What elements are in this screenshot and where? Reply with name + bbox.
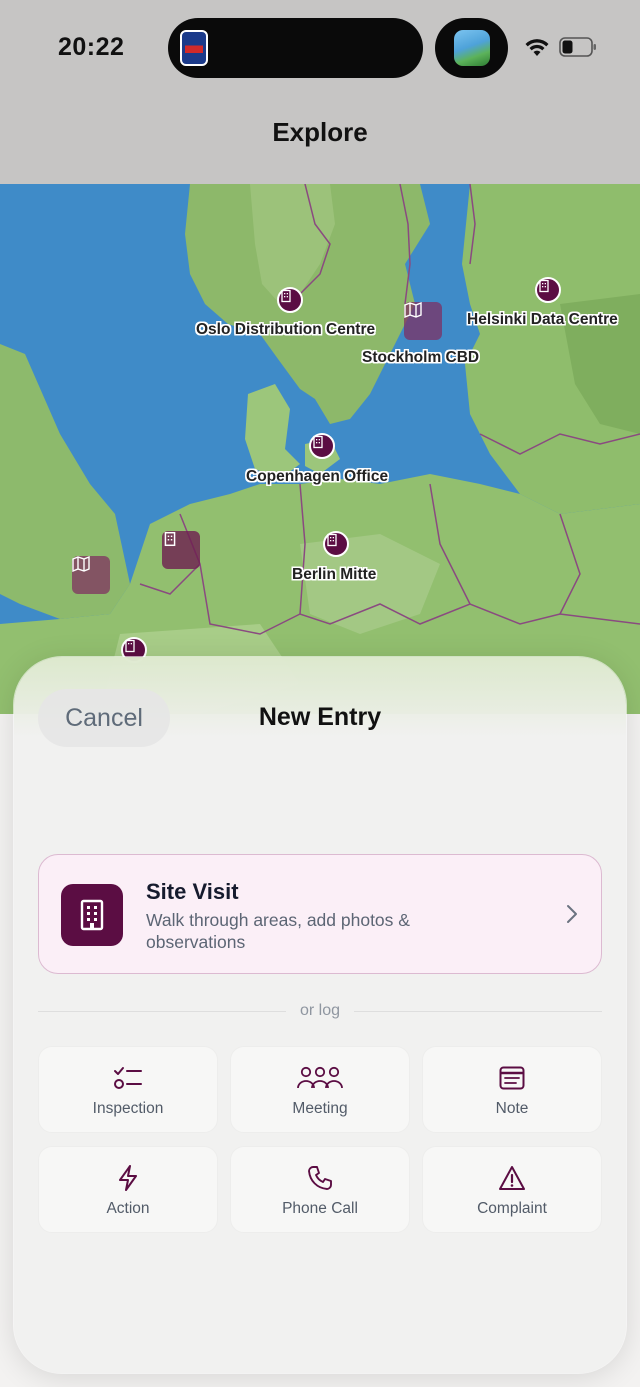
warning-icon — [499, 1166, 525, 1190]
battery-low-icon — [559, 37, 596, 57]
or-log-divider: or log — [38, 1000, 602, 1022]
building-icon — [80, 899, 104, 931]
page-title: Explore — [272, 117, 368, 147]
checklist-icon — [114, 1067, 142, 1089]
new-entry-sheet: Cancel New Entry Site Visit Walk through… — [14, 657, 626, 1373]
location-label-berlin: Berlin Mitte — [292, 566, 377, 583]
live-activity-app-icon — [180, 30, 208, 66]
log-phone-call-button[interactable]: Phone Call — [230, 1146, 410, 1233]
site-visit-title: Site Visit — [146, 879, 239, 904]
divider-line-right — [354, 1010, 602, 1012]
log-inspection-label: Inspection — [92, 1100, 164, 1117]
log-complaint-button[interactable]: Complaint — [422, 1146, 602, 1233]
divider-line-left — [38, 1010, 286, 1012]
dynamic-island — [168, 18, 423, 78]
building-icon — [164, 531, 176, 547]
sheet-title: New Entry — [258, 703, 382, 731]
site-visit-card[interactable]: Site Visit Walk through areas, add photo… — [38, 854, 602, 974]
location-pin-oslo[interactable] — [277, 287, 303, 313]
location-label-oslo: Oslo Distribution Centre — [196, 321, 376, 338]
location-label-stockholm: Stockholm CBD — [362, 349, 480, 366]
log-meeting-label: Meeting — [292, 1100, 348, 1117]
location-label-copenhagen: Copenhagen Office — [246, 468, 389, 485]
log-note-button[interactable]: Note — [422, 1046, 602, 1133]
location-pin-cluster[interactable] — [162, 531, 200, 569]
status-time: 20:22 — [58, 33, 125, 61]
location-pin-berlin[interactable] — [323, 531, 349, 557]
note-icon — [499, 1066, 525, 1090]
or-log-label: or log — [299, 1002, 341, 1019]
live-activity-app-icon-2 — [454, 30, 490, 66]
location-pin-map[interactable] — [72, 556, 110, 594]
chevron-right-icon — [567, 905, 577, 923]
map-icon — [404, 302, 422, 318]
map-icon — [72, 556, 90, 572]
site-visit-description: Walk through areas, add photos & observa… — [146, 910, 410, 952]
status-bar: 20:22 — [0, 0, 640, 96]
site-visit-icon-box — [61, 884, 123, 946]
log-note-label: Note — [495, 1100, 529, 1117]
building-icon — [313, 435, 323, 449]
location-pin-copenhagen[interactable] — [309, 433, 335, 459]
log-action-button[interactable]: Action — [38, 1146, 218, 1233]
log-complaint-label: Complaint — [477, 1200, 547, 1217]
location-pin-stockholm[interactable] — [404, 302, 442, 340]
screen: 20:22 Explore Oslo Distribution Centre S… — [0, 0, 640, 1387]
log-inspection-button[interactable]: Inspection — [38, 1046, 218, 1133]
lightning-icon — [119, 1165, 137, 1191]
building-icon — [539, 279, 549, 293]
log-meeting-button[interactable]: Meeting — [230, 1046, 410, 1133]
map-view[interactable]: Oslo Distribution Centre Stockholm CBD H… — [0, 184, 640, 714]
wifi-icon — [525, 39, 549, 56]
building-icon — [327, 533, 337, 547]
phone-icon — [308, 1166, 332, 1190]
location-label-helsinki: Helsinki Data Centre — [467, 311, 618, 328]
people-icon — [297, 1066, 343, 1089]
dynamic-island-secondary — [435, 18, 508, 78]
building-icon — [125, 639, 135, 653]
building-icon — [281, 289, 291, 303]
log-phone-call-label: Phone Call — [282, 1200, 358, 1217]
log-action-label: Action — [106, 1200, 150, 1217]
location-pin-helsinki[interactable] — [535, 277, 561, 303]
